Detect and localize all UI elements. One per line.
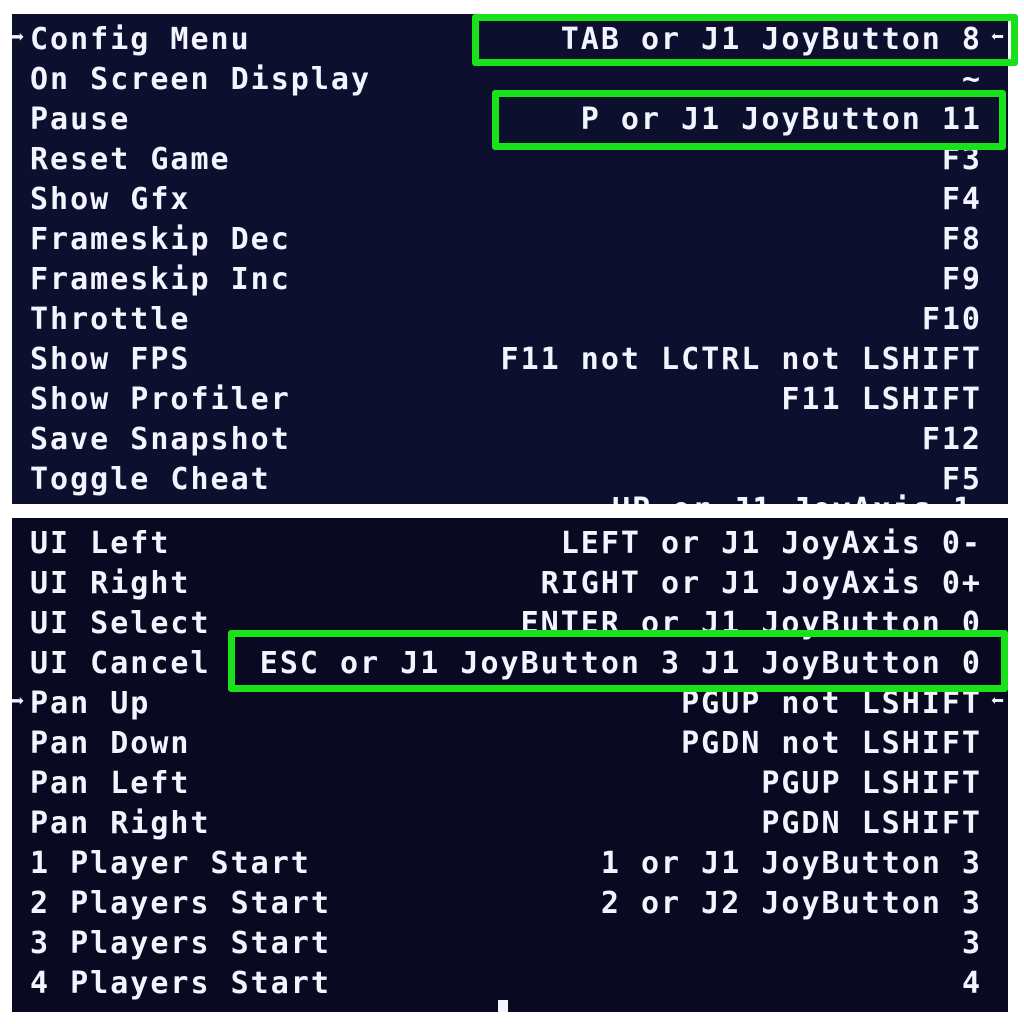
row-label: Throttle: [30, 302, 191, 337]
row-binding: RIGHT or J1 JoyAxis 0+: [540, 566, 982, 601]
row-binding: 2 or J2 JoyButton 3: [600, 886, 982, 921]
menu-row-pan-down[interactable]: Pan Down PGDN not LSHIFT: [12, 724, 1008, 764]
row-binding: 1 or J1 JoyButton 3: [600, 846, 982, 881]
input-config-panel-bottom: UI Left LEFT or J1 JoyAxis 0- UI Right R…: [12, 518, 1008, 1012]
row-label: UI Left: [30, 526, 171, 561]
menu-row-frameskip-dec[interactable]: Frameskip Dec F8: [12, 220, 1008, 260]
row-label: UI Select: [30, 606, 211, 641]
menu-row-3-players-start[interactable]: 3 Players Start 3: [12, 924, 1008, 964]
row-label: 2 Players Start: [30, 886, 331, 921]
row-label: 3 Players Start: [30, 926, 331, 961]
row-binding: PGDN LSHIFT: [761, 806, 982, 841]
row-binding: 4: [961, 966, 982, 1001]
row-label: Toggle Cheat: [30, 462, 271, 497]
menu-row-ui-left[interactable]: UI Left LEFT or J1 JoyAxis 0-: [12, 524, 1008, 564]
row-label: Frameskip Dec: [30, 222, 291, 257]
row-binding: F10: [921, 302, 982, 337]
row-label: UI Right: [30, 566, 191, 601]
menu-row-show-gfx[interactable]: Show Gfx F4: [12, 180, 1008, 220]
menu-row-show-profiler[interactable]: Show Profiler F11 LSHIFT: [12, 380, 1008, 420]
row-binding: F11 LSHIFT: [781, 382, 982, 417]
row-label: Show Gfx: [30, 182, 191, 217]
row-label: Frameskip Inc: [30, 262, 291, 297]
selection-arrow-icon: ➡: [12, 687, 27, 715]
row-label: 1 Player Start: [30, 846, 311, 881]
row-label: Save Snapshot: [30, 422, 291, 457]
row-label: Reset Game: [30, 142, 231, 177]
selection-arrow-left-icon: ⬅: [990, 689, 1006, 714]
row-label: Pan Down: [30, 726, 191, 761]
row-binding: PGDN not LSHIFT: [681, 726, 982, 761]
row-label: Pan Up: [30, 686, 151, 721]
row-label: Show Profiler: [30, 382, 291, 417]
scroll-indicator[interactable]: [498, 1000, 508, 1012]
menu-row-ui-right[interactable]: UI Right RIGHT or J1 JoyAxis 0+: [12, 564, 1008, 604]
row-label: On Screen Display: [30, 62, 372, 97]
row-binding: F4: [941, 182, 982, 217]
highlight-box-pause: [492, 90, 1006, 150]
row-label: Pause: [30, 102, 131, 137]
menu-row-2-players-start[interactable]: 2 Players Start 2 or J2 JoyButton 3: [12, 884, 1008, 924]
row-binding: PGUP LSHIFT: [761, 766, 982, 801]
cut-off-row-text: UP or J1 JoyAxis 1-: [612, 492, 993, 504]
highlight-box-config-menu: [472, 14, 1018, 66]
row-binding: F8: [941, 222, 982, 257]
row-binding: F9: [941, 262, 982, 297]
row-binding: 3: [961, 926, 982, 961]
menu-row-4-players-start[interactable]: 4 Players Start 4: [12, 964, 1008, 1004]
row-label: Pan Left: [30, 766, 191, 801]
row-binding: LEFT or J1 JoyAxis 0-: [560, 526, 982, 561]
row-label: Pan Right: [30, 806, 211, 841]
highlight-box-ui-cancel: [228, 630, 1008, 692]
menu-row-1-player-start[interactable]: 1 Player Start 1 or J1 JoyButton 3: [12, 844, 1008, 884]
menu-row-frameskip-inc[interactable]: Frameskip Inc F9: [12, 260, 1008, 300]
row-label: Config Menu: [30, 22, 251, 57]
row-label: UI Cancel: [30, 646, 211, 681]
menu-row-pan-left[interactable]: Pan Left PGUP LSHIFT: [12, 764, 1008, 804]
menu-row-throttle[interactable]: Throttle F10: [12, 300, 1008, 340]
row-label: 4 Players Start: [30, 966, 331, 1001]
menu-row-show-fps[interactable]: Show FPS F11 not LCTRL not LSHIFT: [12, 340, 1008, 380]
selection-arrow-icon: ➡: [12, 23, 27, 51]
input-config-panel-top: ➡ Config Menu TAB or J1 JoyButton 8 ⬅ On…: [12, 14, 1008, 504]
menu-row-save-snapshot[interactable]: Save Snapshot F12: [12, 420, 1008, 460]
row-binding: F11 not LCTRL not LSHIFT: [500, 342, 982, 377]
row-binding: F12: [921, 422, 982, 457]
row-label: Show FPS: [30, 342, 191, 377]
menu-row-pan-right[interactable]: Pan Right PGDN LSHIFT: [12, 804, 1008, 844]
